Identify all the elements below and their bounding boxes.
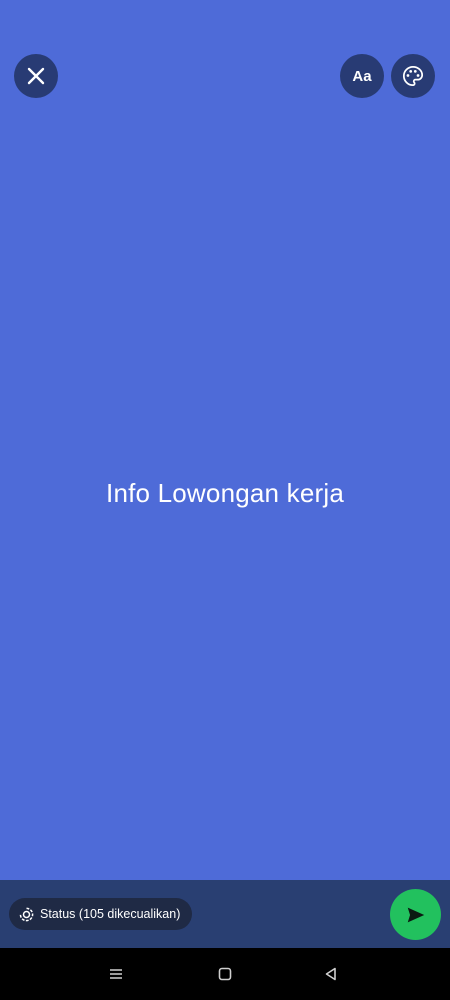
back-icon [325,967,336,981]
close-button[interactable] [14,54,58,98]
status-text[interactable]: Info Lowongan kerja [0,478,450,509]
back-button[interactable] [319,962,343,986]
font-style-label: Aa [352,67,372,85]
status-audience-label: Status (105 dikecualikan) [40,907,181,921]
system-navigation-bar [0,948,450,1000]
status-editor-canvas[interactable] [0,0,450,880]
menu-icon [110,969,122,979]
status-icon [19,907,34,921]
status-audience-chip[interactable]: Status (105 dikecualikan) [9,898,193,930]
recent-apps-button[interactable] [104,962,128,986]
palette-icon [402,65,424,87]
close-icon [27,67,45,85]
background-color-button[interactable] [391,54,435,98]
send-icon [407,907,424,922]
home-button[interactable] [213,962,237,986]
home-icon [218,967,232,981]
send-button[interactable] [390,889,441,940]
font-style-button[interactable]: Aa [340,54,384,98]
